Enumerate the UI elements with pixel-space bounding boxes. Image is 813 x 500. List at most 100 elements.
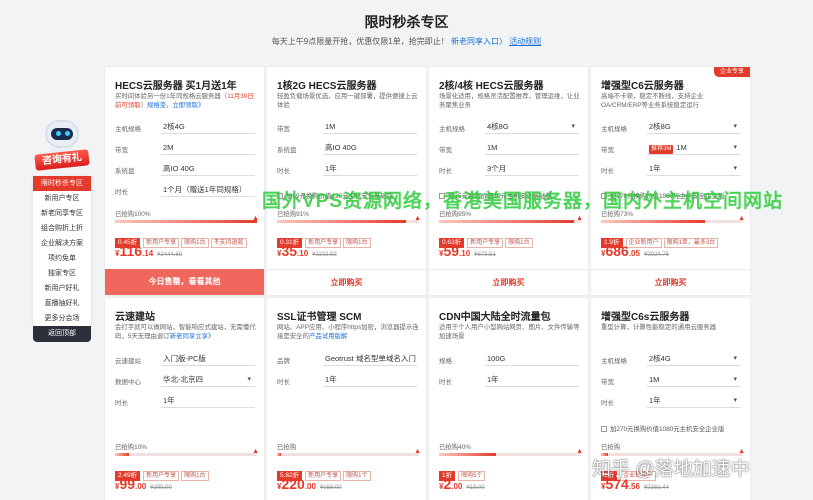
price-decimal: .00 — [304, 482, 316, 491]
sidebar-item[interactable]: 企业解决方案 — [33, 236, 91, 251]
description-text: 场景化适用，规格灵活配置推荐，管理运维，让业务聚焦业务 — [439, 93, 580, 109]
spec-row: 时长 1年 — [439, 373, 579, 387]
product-card: SSL证书管理 SCM 网站、APP应用、小程序https加密，浏览器提示连接是安… — [266, 297, 427, 500]
spec-row: 主机规格 4核8G ▾ — [439, 120, 579, 134]
sidebar-item[interactable]: 项约免单 — [33, 251, 91, 266]
spec-label: 时长 — [439, 379, 452, 386]
spec-row: 时长 1个月（赠送1年同规格） — [115, 183, 255, 197]
spec-value: 高IO 40G — [163, 164, 195, 173]
buy-now-button[interactable]: 立即购买 — [591, 269, 750, 295]
spec-value: 1年 — [163, 396, 175, 405]
product-card: CDN中国大陆全时流量包 适用于个人用户小型网站网页、图片、文件传输等加速场景 规格… — [428, 297, 589, 500]
spec-label: 数据中心 — [115, 379, 141, 386]
sidebar-item[interactable]: 新老同享专区 — [33, 206, 91, 221]
chevron-down-icon: ▾ — [733, 376, 737, 383]
product-description: 会打字就可以做网站，智能响应式建站，无需懂代码，5天无理由退订新老同享立享》 — [115, 323, 257, 341]
spec-option[interactable]: 2M — [161, 141, 255, 155]
spec-row: 时长 1年 ▾ — [601, 162, 741, 176]
description-link[interactable]: 规格变，立即领取》 — [147, 102, 205, 109]
checkbox-icon[interactable] — [601, 426, 607, 432]
spec-select[interactable]: 华北-北京四 ▾ — [161, 373, 255, 387]
sidebar-item[interactable]: 独家专区 — [33, 266, 91, 281]
spec-option[interactable]: Geotrust 域名型单域名入门 — [323, 352, 417, 366]
description-text: 重型计算，计算性能稳定的通用云服务器 — [601, 324, 717, 331]
robot-mascot-icon[interactable]: 咨询有礼 — [33, 118, 91, 176]
sidebar-item[interactable]: 新用户好礼 — [33, 281, 91, 296]
description-link[interactable]: 新老同享立享》 — [170, 333, 215, 340]
spec-select[interactable]: 1年 ▾ — [647, 394, 741, 408]
spec-option[interactable]: 1年 — [161, 394, 255, 408]
spec-select[interactable]: 1年 ▾ — [647, 162, 741, 176]
spec-row: 时长 1年 — [277, 373, 417, 387]
spec-select[interactable]: 推荐3M 1M ▾ — [647, 141, 741, 155]
price-value: 35 — [281, 243, 298, 259]
product-card: 1核2G HECS云服务器 轻盈负载场景优选，应用一键部署，提供便捷上云体验 带宽 1… — [266, 66, 427, 296]
spec-select[interactable]: 2核8G ▾ — [647, 120, 741, 134]
flame-icon: ▲ — [252, 448, 259, 455]
sold-progress-label: 已抢购10% — [115, 444, 147, 451]
limit-badge: 限购1单，最多3台 — [663, 238, 719, 248]
spec-option[interactable]: 1M — [323, 120, 417, 134]
spec-option[interactable]: 3个月 — [485, 162, 579, 176]
price: ¥35.10 ¥1102.92 — [277, 243, 337, 261]
progress-fill — [439, 453, 496, 456]
progress-fill — [115, 220, 257, 223]
description-link[interactable]: 产品试用版解 — [309, 333, 347, 340]
description-text: 适用于个人用户小型网站网页、图片、文件传输等加速场景 — [439, 324, 580, 340]
back-to-top-button[interactable]: 返回顶部 — [33, 326, 91, 342]
sold-progress-bar: ▲ — [277, 448, 421, 456]
sold-progress-label: 已抢购 — [601, 444, 621, 451]
spec-value: 1年 — [487, 375, 499, 384]
spec-row: 主机规格 2核4G — [115, 120, 255, 134]
newuser-entry-link[interactable]: 新老同享入口〉 — [451, 37, 507, 46]
consult-gift-label[interactable]: 咨询有礼 — [34, 149, 90, 171]
subtitle-text: 每天上午9点限量开抢，优惠仅限1单，抢完即止！ — [271, 37, 449, 46]
product-card: 云速建站 会打字就可以做网站，智能响应式建站，无需懂代码，5天无理由退订新老同享立… — [104, 297, 265, 500]
spec-option[interactable]: 高IO 40G — [161, 162, 255, 176]
sidebar-item[interactable]: 限时秒杀专区 — [33, 176, 91, 191]
spec-row: 带宽 1M — [439, 141, 579, 155]
spec-select[interactable]: 1M ▾ — [647, 373, 741, 387]
buy-now-button[interactable]: 立即购买 — [267, 269, 426, 295]
sidebar-item[interactable]: 新用户专区 — [33, 191, 91, 206]
page-subtitle: 每天上午9点限量开抢，优惠仅限1单，抢完即止！ 新老同享入口〉 活动规则 — [0, 36, 813, 47]
sidebar-item[interactable]: 更多分会场 — [33, 311, 91, 326]
activity-rules-link[interactable]: 活动规则 — [509, 37, 541, 46]
spec-option[interactable]: 100G — [485, 352, 579, 366]
spec-label: 云速建站 — [115, 358, 141, 365]
spec-option[interactable]: 高IO 40G — [323, 141, 417, 155]
chevron-down-icon: ▾ — [733, 165, 737, 172]
progress-fill — [601, 220, 705, 223]
price-decimal: .10 — [459, 249, 471, 258]
spec-option[interactable]: 1年 — [485, 373, 579, 387]
original-price: ¥18.00 — [466, 485, 485, 491]
spec-option[interactable]: 1年 — [323, 373, 417, 387]
spec-option[interactable]: 1年 — [323, 162, 417, 176]
spec-select[interactable]: 4核8G ▾ — [485, 120, 579, 134]
sidebar-item[interactable]: 直播抽好礼 — [33, 296, 91, 311]
spec-value: 2核8G — [649, 122, 671, 131]
spec-option[interactable]: 1M — [485, 141, 579, 155]
price: ¥59.10 ¥873.51 — [439, 243, 496, 261]
spec-value: 1年 — [325, 375, 337, 384]
sold-progress-bar: ▲ — [115, 215, 259, 223]
spec-option[interactable]: 2核4G — [161, 120, 255, 134]
spec-value: Geotrust 域名型单域名入门 — [325, 354, 416, 363]
spec-row: 带宽 1M — [277, 120, 417, 134]
sold-progress-bar: ▲ — [439, 215, 583, 223]
spec-option[interactable]: 入门版-PC版 — [161, 352, 255, 366]
buy-now-button[interactable]: 立即购买 — [429, 269, 588, 295]
spec-value: 1年 — [649, 396, 661, 405]
spec-option[interactable]: 1个月（赠送1年同规格） — [161, 183, 255, 197]
sidebar-item[interactable]: 组合购折上折 — [33, 221, 91, 236]
spec-select[interactable]: 2核4G ▾ — [647, 352, 741, 366]
sold-out-button[interactable]: 今日售罄，看看其他 — [105, 269, 264, 295]
spec-value: 100G — [487, 354, 506, 363]
product-card: 2核/4核 HECS云服务器 场景化适用，规格灵活配置推荐，管理运维，让业务聚焦业… — [428, 66, 589, 296]
spec-value: 1M — [325, 122, 336, 131]
product-description: 轻盈负载场景优选，应用一键部署，提供便捷上云体验 — [277, 92, 419, 110]
addon-checkbox[interactable]: 加270元换购价值1080元主机安全企业版 — [601, 424, 724, 433]
spec-row: 带宽 推荐3M 1M ▾ — [601, 141, 741, 155]
product-description: 重型计算，计算性能稳定的通用云服务器 — [601, 323, 743, 332]
spec-label: 带宽 — [439, 147, 452, 154]
